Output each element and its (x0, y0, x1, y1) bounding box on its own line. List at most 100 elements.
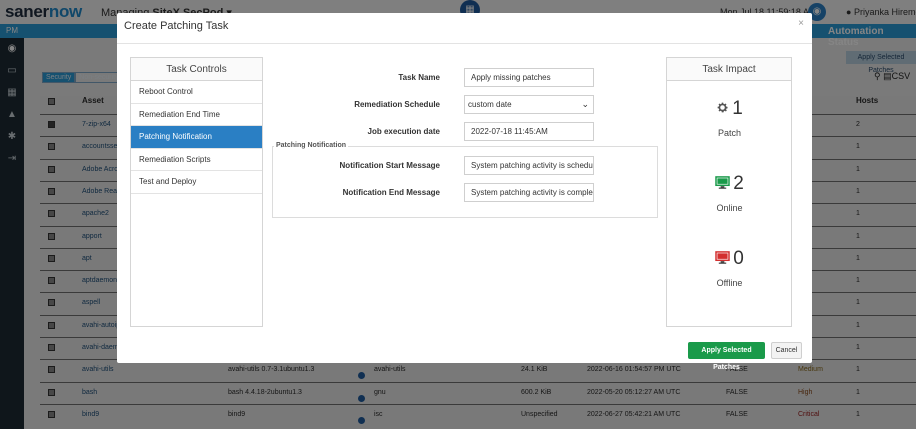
host-count: 1 (856, 321, 860, 329)
reboot-required: FALSE (726, 410, 748, 418)
job-execution-date-input[interactable]: 2022-07-18 11:45:AM (464, 122, 594, 141)
notification-start-label: Notification Start Message (339, 161, 440, 170)
host-count: 1 (856, 299, 860, 307)
offline-count: 0 (733, 248, 744, 270)
row-checkbox[interactable] (48, 366, 55, 374)
patch-count: 1 (732, 98, 743, 120)
download-icon: ▤ (883, 71, 892, 81)
apply-selected-patches-bg-button[interactable]: Apply Selected Patches (846, 51, 916, 74)
logout-icon[interactable]: ⇥ (0, 148, 24, 170)
asset-name: avahi-utils (82, 366, 114, 374)
remediation-schedule-select[interactable]: custom date ⌄ (464, 95, 594, 114)
task-impact-panel: Task Impact 1 Patch 2 Online 0 Offline (666, 57, 792, 327)
impact-patch: 1 Patch (667, 98, 792, 138)
notification-end-label: Notification End Message (342, 188, 440, 197)
monitor-online-icon (715, 173, 730, 195)
user-menu[interactable]: ● Priyanka Hiremo (846, 7, 916, 17)
package-name: bind9 (228, 410, 246, 418)
patch-size: 24.1 KiB (521, 366, 548, 374)
asset-name: bind9 (82, 410, 100, 418)
notification-end-input[interactable]: System patching activity is completed (464, 183, 594, 202)
asset-name: apport (82, 232, 102, 240)
patch-size: Unspecified (521, 410, 558, 418)
tab-automation[interactable]: Automation (828, 26, 884, 37)
host-count: 1 (856, 410, 860, 418)
task-controls-header: Task Controls (131, 58, 262, 81)
col-hosts-header: Hosts (856, 96, 879, 105)
table-row[interactable]: bind9 bind9 isc Unspecified 2022-06-27 05:42… (40, 403, 916, 426)
patch-type-filter: Security Non-security (42, 72, 123, 83)
host-count: 1 (856, 366, 860, 374)
task-control-reboot-control[interactable]: Reboot Control (131, 81, 262, 104)
table-tools: ⚲ ▤CSV (874, 71, 910, 82)
row-checkbox[interactable] (48, 210, 55, 218)
asset-name: bash (82, 388, 98, 396)
host-count: 1 (856, 143, 860, 151)
severity: High (798, 388, 813, 396)
task-control-patching-notification[interactable]: Patching Notification (131, 126, 262, 149)
asset-name: aspell (82, 299, 101, 307)
reboot-required: FALSE (726, 388, 748, 396)
patch-size: 600.2 KiB (521, 388, 552, 396)
row-checkbox[interactable] (48, 299, 55, 307)
row-checkbox[interactable] (48, 165, 55, 173)
table-row[interactable]: bash bash 4.4.18-2ubuntu1.3 gnu 600.2 KiB 20… (40, 381, 916, 404)
bug-icon[interactable]: ✱ (0, 126, 24, 148)
job-execution-date-label: Job execution date (367, 127, 440, 136)
filter-non-security[interactable]: Non-security (75, 72, 123, 83)
filter-security[interactable]: Security (42, 72, 76, 83)
close-icon[interactable]: × (798, 18, 804, 29)
monitor-icon[interactable]: ▭ (0, 60, 24, 82)
create-patching-task-modal: Create Patching Task × Task Controls Reb… (117, 13, 812, 371)
row-checkbox[interactable] (48, 187, 55, 195)
modal-divider (117, 43, 812, 44)
asset-name: apt (82, 254, 92, 262)
asset-name: 7-zip-x64 (82, 121, 111, 128)
task-name-input[interactable]: Apply missing patches (464, 68, 594, 87)
task-controls-panel: Task Controls Reboot Control Remediation … (130, 57, 263, 327)
row-checkbox[interactable] (48, 232, 55, 240)
vendor-name: avahi-utils (374, 366, 406, 374)
vendor-name: gnu (374, 388, 386, 396)
host-count: 1 (856, 388, 860, 396)
task-impact-header: Task Impact (667, 58, 791, 81)
asset-name: apache2 (82, 210, 109, 218)
row-checkbox[interactable] (48, 410, 55, 418)
tab-status[interactable]: Status (828, 37, 859, 48)
remediation-schedule-label: Remediation Schedule (354, 100, 440, 109)
cancel-button[interactable]: Cancel (771, 342, 802, 359)
host-count: 1 (856, 277, 860, 285)
row-checkbox[interactable] (48, 277, 55, 285)
host-count: 1 (856, 210, 860, 218)
search-icon[interactable]: ⚲ (874, 71, 881, 81)
impact-offline: 0 Offline (667, 248, 792, 288)
calendar-icon[interactable]: ▦ (0, 82, 24, 104)
row-checkbox[interactable] (48, 143, 55, 151)
vendor-name: isc (374, 410, 383, 418)
row-checkbox[interactable] (48, 121, 55, 128)
host-count: 1 (856, 344, 860, 351)
csv-export-button[interactable]: ▤CSV (883, 71, 910, 81)
task-control-remediation-scripts[interactable]: Remediation Scripts (131, 149, 262, 171)
col-asset-header: Asset (82, 96, 104, 105)
published-date: 2022-05-20 05:12:27 AM UTC (587, 388, 681, 396)
online-count: 2 (733, 173, 744, 195)
warning-icon[interactable]: ▲ (0, 104, 24, 126)
row-checkbox[interactable] (48, 254, 55, 262)
published-date: 2022-06-16 01:54:57 PM UTC (587, 366, 681, 374)
row-checkbox[interactable] (48, 321, 55, 329)
task-control-test-and-deploy[interactable]: Test and Deploy (131, 171, 262, 194)
host-count: 1 (856, 232, 860, 240)
monitor-offline-icon (715, 248, 730, 270)
left-nav: PM ◉ ▭ ▦ ▲ ✱ ⇥ (0, 24, 24, 429)
row-checkbox[interactable] (48, 388, 55, 396)
apply-selected-patches-button[interactable]: Apply Selected Patches (688, 342, 765, 371)
task-name-label: Task Name (398, 73, 440, 82)
online-label: Online (716, 203, 743, 214)
task-control-remediation-end-time[interactable]: Remediation End Time (131, 104, 262, 126)
eye-icon[interactable]: ◉ (0, 38, 24, 60)
notification-start-input[interactable]: System patching activity is scheduled (464, 156, 594, 175)
package-name: bash 4.4.18-2ubuntu1.3 (228, 388, 302, 396)
patching-notification-legend: Patching Notification (274, 142, 348, 149)
row-checkbox[interactable] (48, 344, 55, 351)
